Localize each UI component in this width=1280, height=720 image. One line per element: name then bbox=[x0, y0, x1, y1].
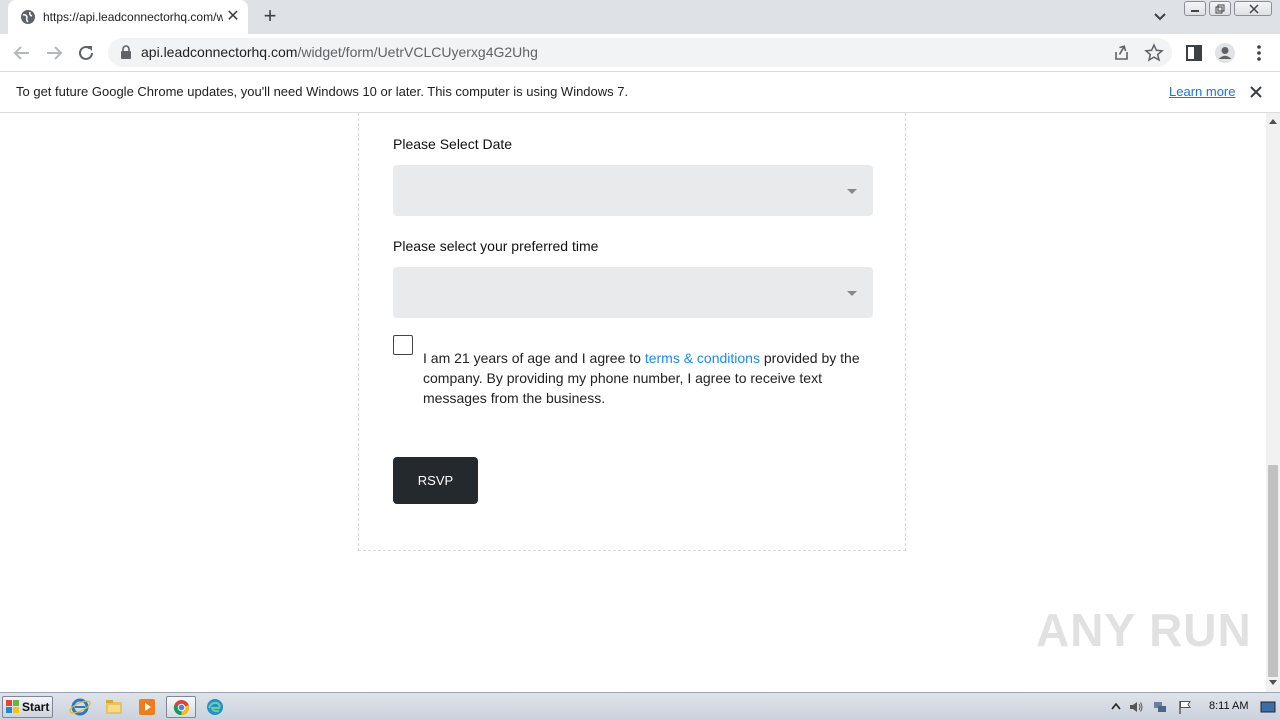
caret-down-icon bbox=[847, 291, 857, 296]
url-text: api.leadconnectorhq.com/widget/form/Uetr… bbox=[141, 44, 538, 60]
chrome-taskbar-button[interactable] bbox=[166, 696, 196, 718]
page-viewport: Please Select Date Please select your pr… bbox=[0, 113, 1266, 692]
show-desktop-icon[interactable] bbox=[1260, 699, 1276, 715]
terms-link[interactable]: terms & conditions bbox=[645, 350, 760, 366]
consent-text: I am 21 years of age and I agree to term… bbox=[423, 348, 873, 408]
action-center-flag-icon[interactable] bbox=[1177, 699, 1193, 715]
file-explorer-icon[interactable] bbox=[102, 696, 126, 718]
scroll-down-icon[interactable] bbox=[1269, 680, 1277, 685]
date-label: Please Select Date bbox=[393, 136, 513, 152]
media-player-icon[interactable] bbox=[135, 696, 159, 718]
bookmark-star-icon[interactable] bbox=[1144, 43, 1164, 63]
page-scrollbar[interactable] bbox=[1266, 113, 1280, 692]
url-path: /widget/form/UetrVCLCUyerxg4G2Uhg bbox=[297, 44, 538, 60]
forward-arrow-icon[interactable] bbox=[42, 41, 66, 65]
minimize-button[interactable] bbox=[1184, 1, 1206, 16]
learn-more-link[interactable]: Learn more bbox=[1169, 84, 1235, 99]
taskbar-clock: 8:11 AM bbox=[1209, 700, 1249, 712]
start-label: Start bbox=[22, 700, 50, 714]
close-window-button[interactable] bbox=[1234, 1, 1272, 16]
consent-prefix: I am 21 years of age and I agree to bbox=[423, 350, 645, 366]
scroll-thumb[interactable] bbox=[1268, 465, 1278, 677]
rsvp-form: Please Select Date Please select your pr… bbox=[358, 113, 906, 551]
tab-search-chevron-icon[interactable] bbox=[1150, 8, 1170, 26]
volume-icon[interactable] bbox=[1128, 699, 1144, 715]
browser-tab[interactable]: https://api.leadconnectorhq.com/wi ✕ bbox=[8, 0, 248, 34]
tab-strip: https://api.leadconnectorhq.com/wi ✕ + bbox=[0, 0, 1280, 34]
new-tab-button[interactable]: + bbox=[258, 5, 282, 29]
back-arrow-icon[interactable] bbox=[10, 41, 34, 65]
start-button[interactable]: Start bbox=[2, 696, 53, 718]
tab-close-icon[interactable]: ✕ bbox=[224, 8, 242, 26]
consent-checkbox[interactable] bbox=[393, 335, 413, 355]
rsvp-button[interactable]: RSVP bbox=[393, 457, 478, 504]
restore-button[interactable] bbox=[1209, 1, 1231, 16]
side-panel-icon[interactable] bbox=[1183, 42, 1205, 64]
profile-avatar-icon[interactable] bbox=[1214, 42, 1236, 64]
internet-explorer-icon[interactable] bbox=[68, 696, 92, 718]
time-select[interactable] bbox=[393, 267, 873, 318]
anyrun-watermark: ANY RUN bbox=[1036, 604, 1252, 656]
tray-expand-icon[interactable] bbox=[1108, 699, 1124, 715]
windows-logo-icon bbox=[6, 700, 19, 713]
share-icon[interactable] bbox=[1112, 43, 1132, 63]
infobar-message: To get future Google Chrome updates, you… bbox=[16, 84, 629, 99]
reload-icon[interactable] bbox=[74, 41, 98, 65]
time-label: Please select your preferred time bbox=[393, 238, 599, 254]
date-select[interactable] bbox=[393, 165, 873, 216]
close-icon[interactable] bbox=[1247, 83, 1265, 101]
network-icon[interactable] bbox=[1152, 699, 1168, 715]
windows-taskbar: Start 8:11 AM bbox=[0, 692, 1280, 720]
caret-down-icon bbox=[847, 189, 857, 194]
edge-icon[interactable] bbox=[203, 696, 227, 718]
update-infobar: To get future Google Chrome updates, you… bbox=[0, 71, 1280, 113]
more-menu-icon[interactable] bbox=[1248, 42, 1270, 64]
browser-toolbar: api.leadconnectorhq.com/widget/form/Uetr… bbox=[0, 34, 1280, 71]
globe-icon bbox=[21, 10, 35, 24]
chrome-icon bbox=[173, 699, 190, 716]
scroll-up-icon[interactable] bbox=[1269, 119, 1277, 124]
url-host: api.leadconnectorhq.com bbox=[141, 44, 298, 60]
tab-title: https://api.leadconnectorhq.com/wi bbox=[43, 10, 223, 24]
address-bar[interactable]: api.leadconnectorhq.com/widget/form/Uetr… bbox=[108, 38, 1172, 67]
lock-icon[interactable] bbox=[120, 45, 132, 59]
